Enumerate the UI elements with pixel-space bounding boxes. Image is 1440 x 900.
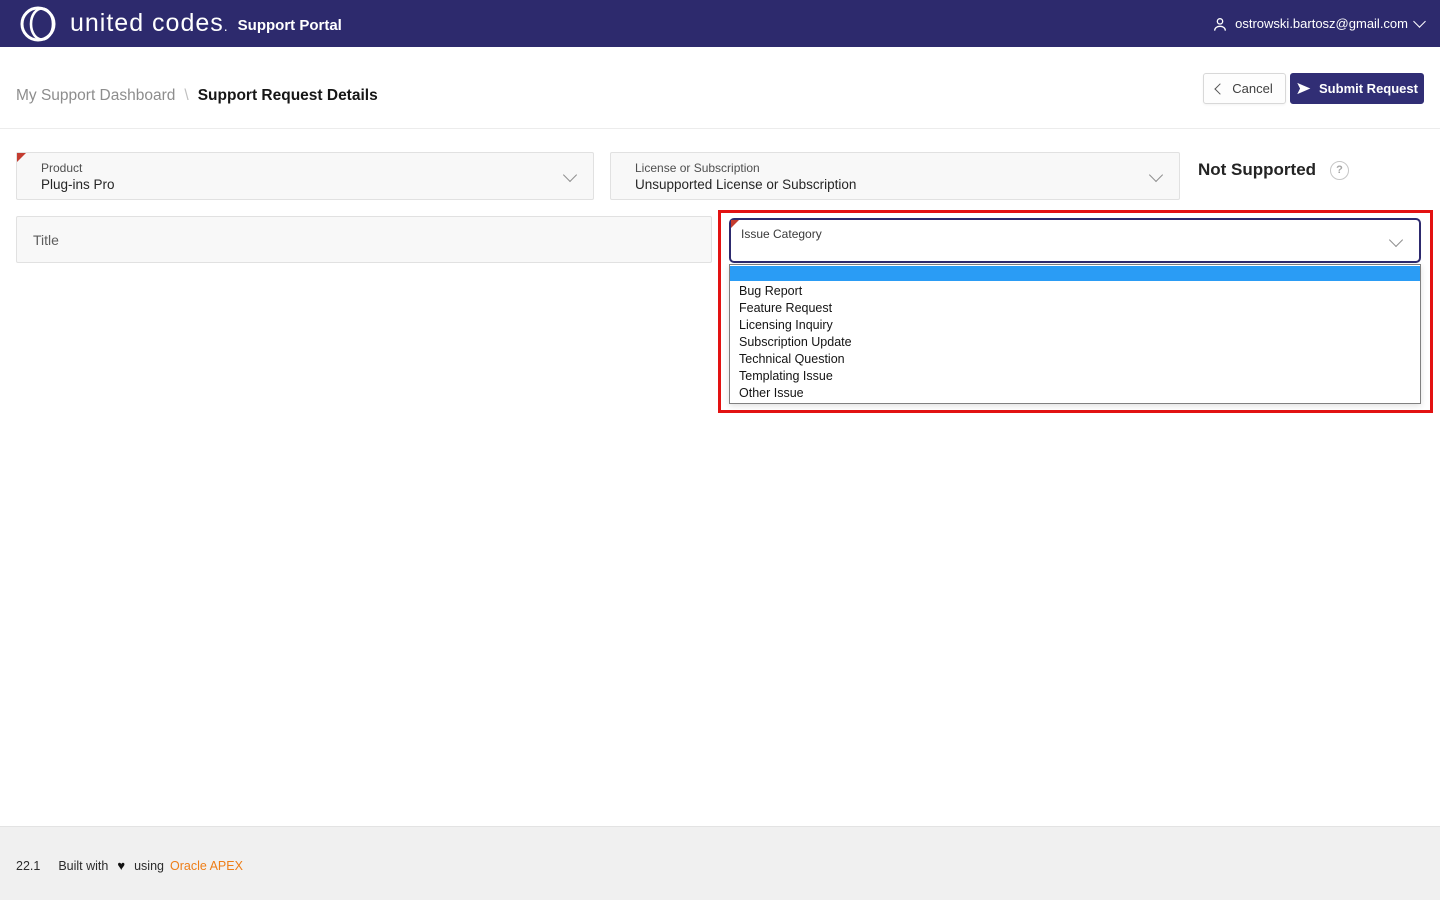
chevron-down-icon <box>1149 168 1163 182</box>
dropdown-option[interactable]: Templating Issue <box>730 368 1420 385</box>
issue-category-dropdown-list: Bug ReportFeature RequestLicensing Inqui… <box>729 264 1421 404</box>
product-value: Plug-ins Pro <box>41 177 115 192</box>
cancel-button-label: Cancel <box>1232 81 1272 96</box>
app-header: united codes. Support Portal ostrowski.b… <box>0 0 1440 47</box>
user-icon <box>1212 16 1228 32</box>
oracle-apex-link[interactable]: Oracle APEX <box>170 859 243 873</box>
chevron-down-icon <box>563 168 577 182</box>
app-footer: 22.1 Built with ♥ using Oracle APEX <box>0 826 1440 900</box>
page-title: Support Request Details <box>198 87 378 105</box>
support-status-text: Not Supported <box>1198 160 1316 180</box>
brand-logo[interactable]: united codes. Support Portal <box>18 4 342 44</box>
heart-icon: ♥ <box>117 858 125 873</box>
app-version: 22.1 <box>16 859 40 873</box>
dropdown-option[interactable]: Subscription Update <box>730 334 1420 351</box>
breadcrumb: My Support Dashboard \ Support Request D… <box>16 87 378 105</box>
breadcrumb-separator: \ <box>184 87 188 105</box>
title-field-wrap <box>16 216 712 263</box>
brand-name: united codes. <box>70 9 229 38</box>
dropdown-option[interactable]: Licensing Inquiry <box>730 317 1420 334</box>
united-codes-logo-icon <box>18 4 58 44</box>
title-input[interactable] <box>17 217 711 262</box>
help-icon[interactable]: ? <box>1330 161 1349 180</box>
footer-text: 22.1 Built with ♥ using Oracle APEX <box>16 858 243 873</box>
cancel-button[interactable]: Cancel <box>1203 73 1286 104</box>
dropdown-option[interactable]: Technical Question <box>730 351 1420 368</box>
product-label: Product <box>41 161 82 175</box>
built-with-text: Built with <box>58 859 108 873</box>
chevron-down-icon <box>1413 15 1426 28</box>
required-indicator <box>17 153 26 162</box>
portal-title: Support Portal <box>238 17 342 34</box>
header-divider <box>0 128 1440 129</box>
dropdown-option-selected-blank[interactable] <box>730 266 1420 281</box>
license-select[interactable]: License or Subscription Unsupported Lice… <box>610 152 1180 200</box>
user-email: ostrowski.bartosz@gmail.com <box>1235 16 1408 31</box>
required-indicator <box>731 220 739 228</box>
dropdown-option[interactable]: Other Issue <box>730 385 1420 402</box>
submit-button-label: Submit Request <box>1319 81 1418 96</box>
license-value: Unsupported License or Subscription <box>635 177 856 192</box>
chevron-left-icon <box>1215 83 1226 94</box>
brand-dot: . <box>224 18 229 34</box>
chevron-down-icon <box>1389 232 1403 246</box>
dropdown-option[interactable]: Feature Request <box>730 300 1420 317</box>
issue-category-label: Issue Category <box>741 227 822 241</box>
support-status: Not Supported ? <box>1198 160 1349 180</box>
breadcrumb-dashboard-link[interactable]: My Support Dashboard <box>16 87 175 105</box>
issue-category-select[interactable]: Issue Category <box>729 218 1421 263</box>
dropdown-option[interactable]: Bug Report <box>730 283 1420 300</box>
submit-request-button[interactable]: Submit Request <box>1290 73 1424 104</box>
user-menu[interactable]: ostrowski.bartosz@gmail.com <box>1212 0 1424 47</box>
using-text: using <box>134 859 164 873</box>
paper-plane-icon <box>1296 81 1311 96</box>
license-label: License or Subscription <box>635 161 760 175</box>
product-select[interactable]: Product Plug-ins Pro <box>16 152 594 200</box>
support-portal-page: united codes. Support Portal ostrowski.b… <box>0 0 1440 900</box>
